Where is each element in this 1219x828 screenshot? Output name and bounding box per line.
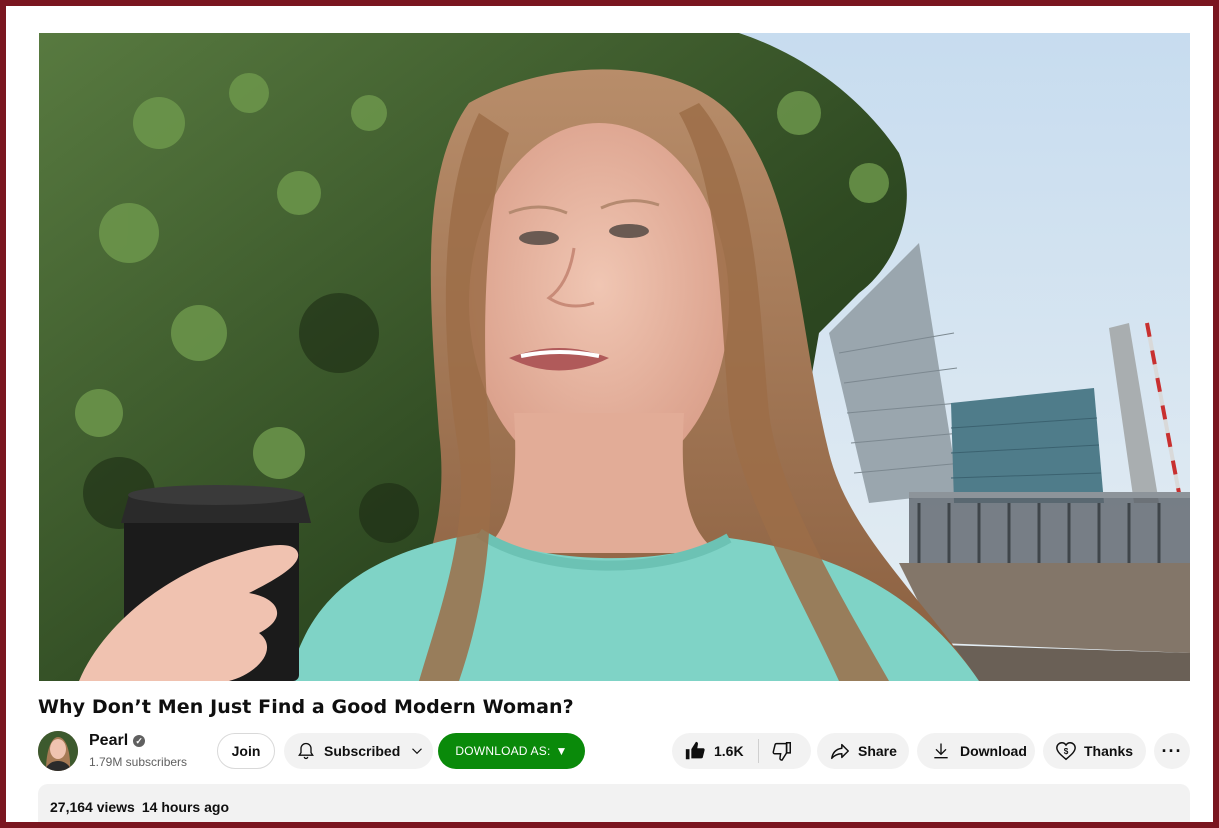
view-info: 27,164 views 14 hours ago: [50, 799, 229, 815]
view-count: 27,164 views: [50, 799, 135, 815]
like-divider: [757, 739, 759, 763]
download-as-arrow: ▼: [555, 744, 568, 758]
download-as-label: DOWNLOAD AS:: [455, 744, 551, 758]
subscriber-count: 1.79M subscribers: [89, 755, 188, 769]
share-button[interactable]: Share: [817, 733, 909, 769]
thumbs-down-icon[interactable]: [771, 740, 793, 762]
svg-text:$: $: [1064, 747, 1069, 756]
more-horizontal-icon: ···: [1161, 740, 1183, 761]
thumbs-up-icon[interactable]: [684, 740, 706, 762]
thanks-button[interactable]: $ Thanks: [1043, 733, 1146, 769]
like-dislike-bar: 1.6K: [672, 733, 811, 769]
download-arrow-icon: [931, 741, 951, 761]
channel-name-link[interactable]: Pearl ✓: [89, 732, 146, 750]
like-count[interactable]: 1.6K: [714, 743, 744, 759]
download-as-button[interactable]: DOWNLOAD AS: ▼: [438, 733, 585, 769]
video-actions-row: Pearl ✓ 1.79M subscribers Join Subscribe…: [6, 731, 1213, 771]
description-box[interactable]: 27,164 views 14 hours ago: [38, 784, 1190, 822]
chevron-down-icon: [408, 742, 426, 760]
join-button[interactable]: Join: [217, 733, 275, 769]
page-frame: Why Don’t Men Just Find a Good Modern Wo…: [6, 6, 1213, 822]
video-title: Why Don’t Men Just Find a Good Modern Wo…: [38, 696, 574, 718]
share-arrow-icon: [829, 740, 851, 762]
thanks-label: Thanks: [1084, 743, 1134, 759]
more-actions-button[interactable]: ···: [1154, 733, 1190, 769]
download-button[interactable]: Download: [917, 733, 1035, 769]
video-player[interactable]: [39, 33, 1190, 681]
channel-name: Pearl: [89, 732, 129, 749]
verified-check-icon: ✓: [133, 735, 146, 747]
upload-time: 14 hours ago: [141, 799, 229, 815]
heart-dollar-icon: $: [1055, 740, 1077, 762]
share-label: Share: [858, 743, 897, 759]
video-frame-image: [39, 33, 1190, 681]
channel-avatar[interactable]: [38, 731, 78, 771]
download-label: Download: [960, 743, 1027, 759]
bell-icon: [296, 741, 316, 761]
subscribed-button[interactable]: Subscribed: [284, 733, 433, 769]
subscribed-label: Subscribed: [324, 743, 401, 759]
avatar-image: [38, 731, 78, 771]
